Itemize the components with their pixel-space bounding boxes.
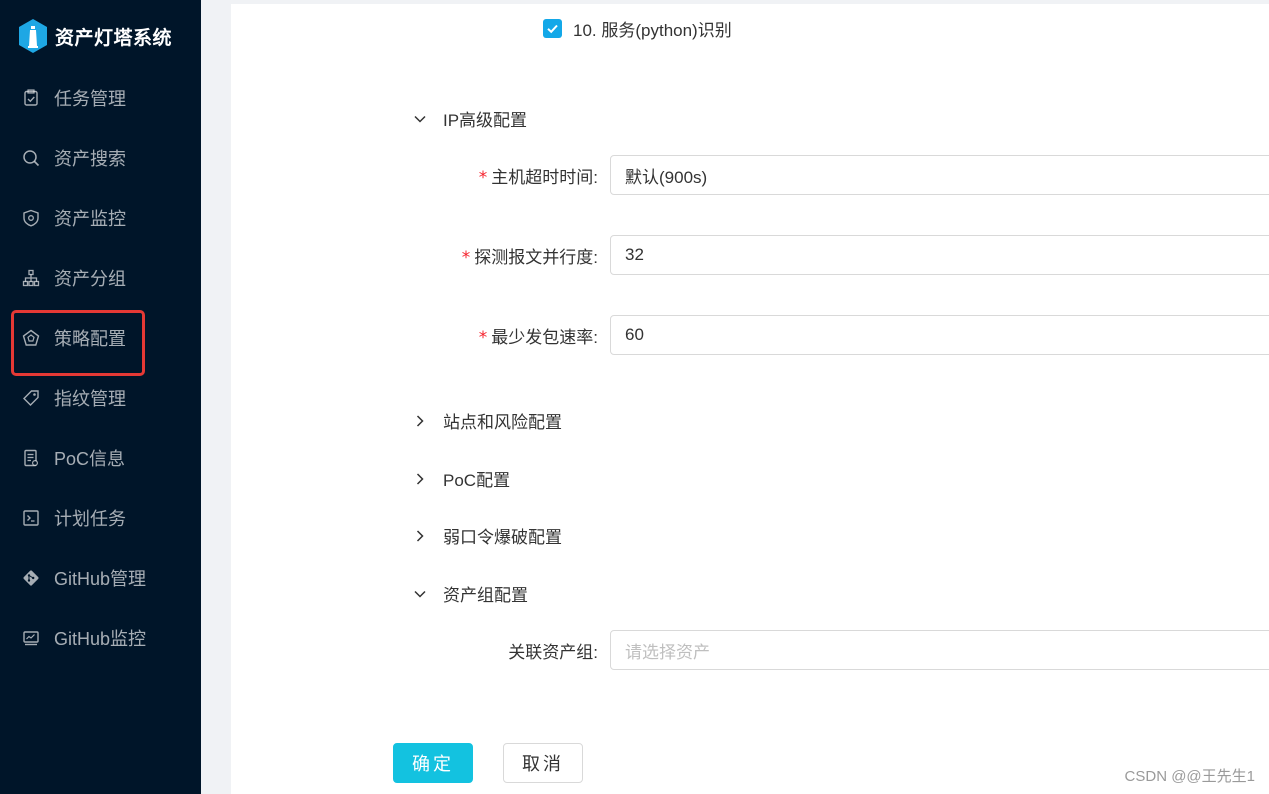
sidebar-item-fingerprint[interactable]: 指纹管理 [0, 368, 201, 428]
sidebar-item-label: 资产监控 [54, 209, 126, 229]
sidebar-item-label: 计划任务 [54, 509, 126, 529]
field-host-timeout: * 主机超时时间: [400, 155, 604, 195]
sidebar-item-label: PoC信息 [54, 449, 126, 469]
required-mark: * [478, 167, 488, 188]
section-title: 资产组配置 [443, 586, 528, 605]
host-timeout-select[interactable]: 默认(900s) [610, 155, 1269, 195]
field-probe-parallel: * 探测报文并行度: [400, 235, 604, 275]
sidebar-item-search[interactable]: 资产搜索 [0, 128, 201, 188]
chevron-right-icon [412, 413, 428, 429]
shield-icon [22, 209, 40, 227]
required-mark: * [478, 327, 488, 348]
field-label: 最少发包速率: [491, 327, 598, 347]
sidebar-item-task[interactable]: 任务管理 [0, 68, 201, 128]
sidebar-item-label: GitHub监控 [54, 629, 147, 649]
required-mark: * [461, 247, 471, 268]
field-min-rate: * 最少发包速率: [400, 315, 604, 355]
field-label: 主机超时时间: [491, 167, 598, 187]
sidebar-item-label: 指纹管理 [54, 389, 126, 409]
policy-form-card [231, 4, 1269, 794]
chevron-right-icon [412, 528, 428, 544]
section-title: PoC配置 [443, 471, 511, 490]
section-title: 站点和风险配置 [443, 413, 562, 432]
service-python-option[interactable]: 10. 服务(python)识别 [543, 16, 732, 41]
asset-group-select[interactable]: 请选择资产 [610, 630, 1269, 670]
doc-icon [22, 449, 40, 467]
section-title: IP高级配置 [443, 111, 528, 130]
sidebar-item-label: 任务管理 [54, 89, 126, 109]
sidebar-item-policy[interactable]: 策略配置 [0, 308, 201, 376]
sidebar-item-group[interactable]: 资产分组 [0, 248, 201, 308]
service-python-label: 10. 服务(python)识别 [573, 21, 732, 40]
sidebar-item-github-manage[interactable]: GitHub管理 [0, 548, 201, 608]
confirm-button[interactable]: 确定 [393, 743, 473, 783]
watermark: CSDN @@王先生1 [1124, 768, 1255, 785]
sidebar-item-github-monitor[interactable]: GitHub监控 [0, 608, 201, 668]
sidebar-item-monitor[interactable]: 资产监控 [0, 188, 201, 248]
sidebar-item-schedule[interactable]: 计划任务 [0, 488, 201, 548]
probe-parallel-input[interactable]: 32 [610, 235, 1269, 275]
sidebar-menu: 任务管理 资产搜索 资产监控 资产分组 策略配置 指纹管理 PoC信息 计划任务… [0, 68, 201, 668]
section-poc[interactable]: PoC配置 [412, 466, 510, 491]
cancel-button[interactable]: 取消 [503, 743, 583, 783]
monitor-icon [22, 629, 40, 647]
tag-icon [22, 389, 40, 407]
section-title: 弱口令爆破配置 [443, 528, 562, 547]
lighthouse-logo-icon [19, 19, 47, 53]
checkbox-checked-icon[interactable] [543, 19, 562, 38]
git-icon [22, 569, 40, 587]
min-rate-input[interactable]: 60 [610, 315, 1269, 355]
sidebar-item-label: 策略配置 [54, 329, 126, 349]
policy-icon [22, 329, 40, 347]
search-icon [22, 149, 40, 167]
field-label: 探测报文并行度: [474, 247, 598, 267]
chevron-right-icon [412, 471, 428, 487]
sidebar-item-poc[interactable]: PoC信息 [0, 428, 201, 488]
terminal-icon [22, 509, 40, 527]
section-asset-group[interactable]: 资产组配置 [412, 581, 528, 606]
field-asset-group: 关联资产组: [400, 630, 604, 670]
sidebar-item-label: GitHub管理 [54, 569, 147, 589]
app-logo[interactable]: 资产灯塔系统 [17, 18, 172, 54]
org-tree-icon [22, 269, 40, 287]
app-title: 资产灯塔系统 [55, 27, 173, 49]
chevron-down-icon [412, 111, 428, 127]
chevron-down-icon [412, 586, 428, 602]
section-site-risk[interactable]: 站点和风险配置 [412, 408, 562, 433]
section-weak-pass[interactable]: 弱口令爆破配置 [412, 523, 562, 548]
sidebar-item-label: 资产分组 [54, 269, 126, 289]
field-label: 关联资产组: [508, 642, 598, 662]
section-ip-advanced[interactable]: IP高级配置 [412, 106, 527, 131]
task-icon [22, 89, 40, 107]
sidebar-item-label: 资产搜索 [54, 149, 126, 169]
sidebar: 资产灯塔系统 任务管理 资产搜索 资产监控 资产分组 策略配置 指纹管理 PoC… [0, 0, 201, 794]
